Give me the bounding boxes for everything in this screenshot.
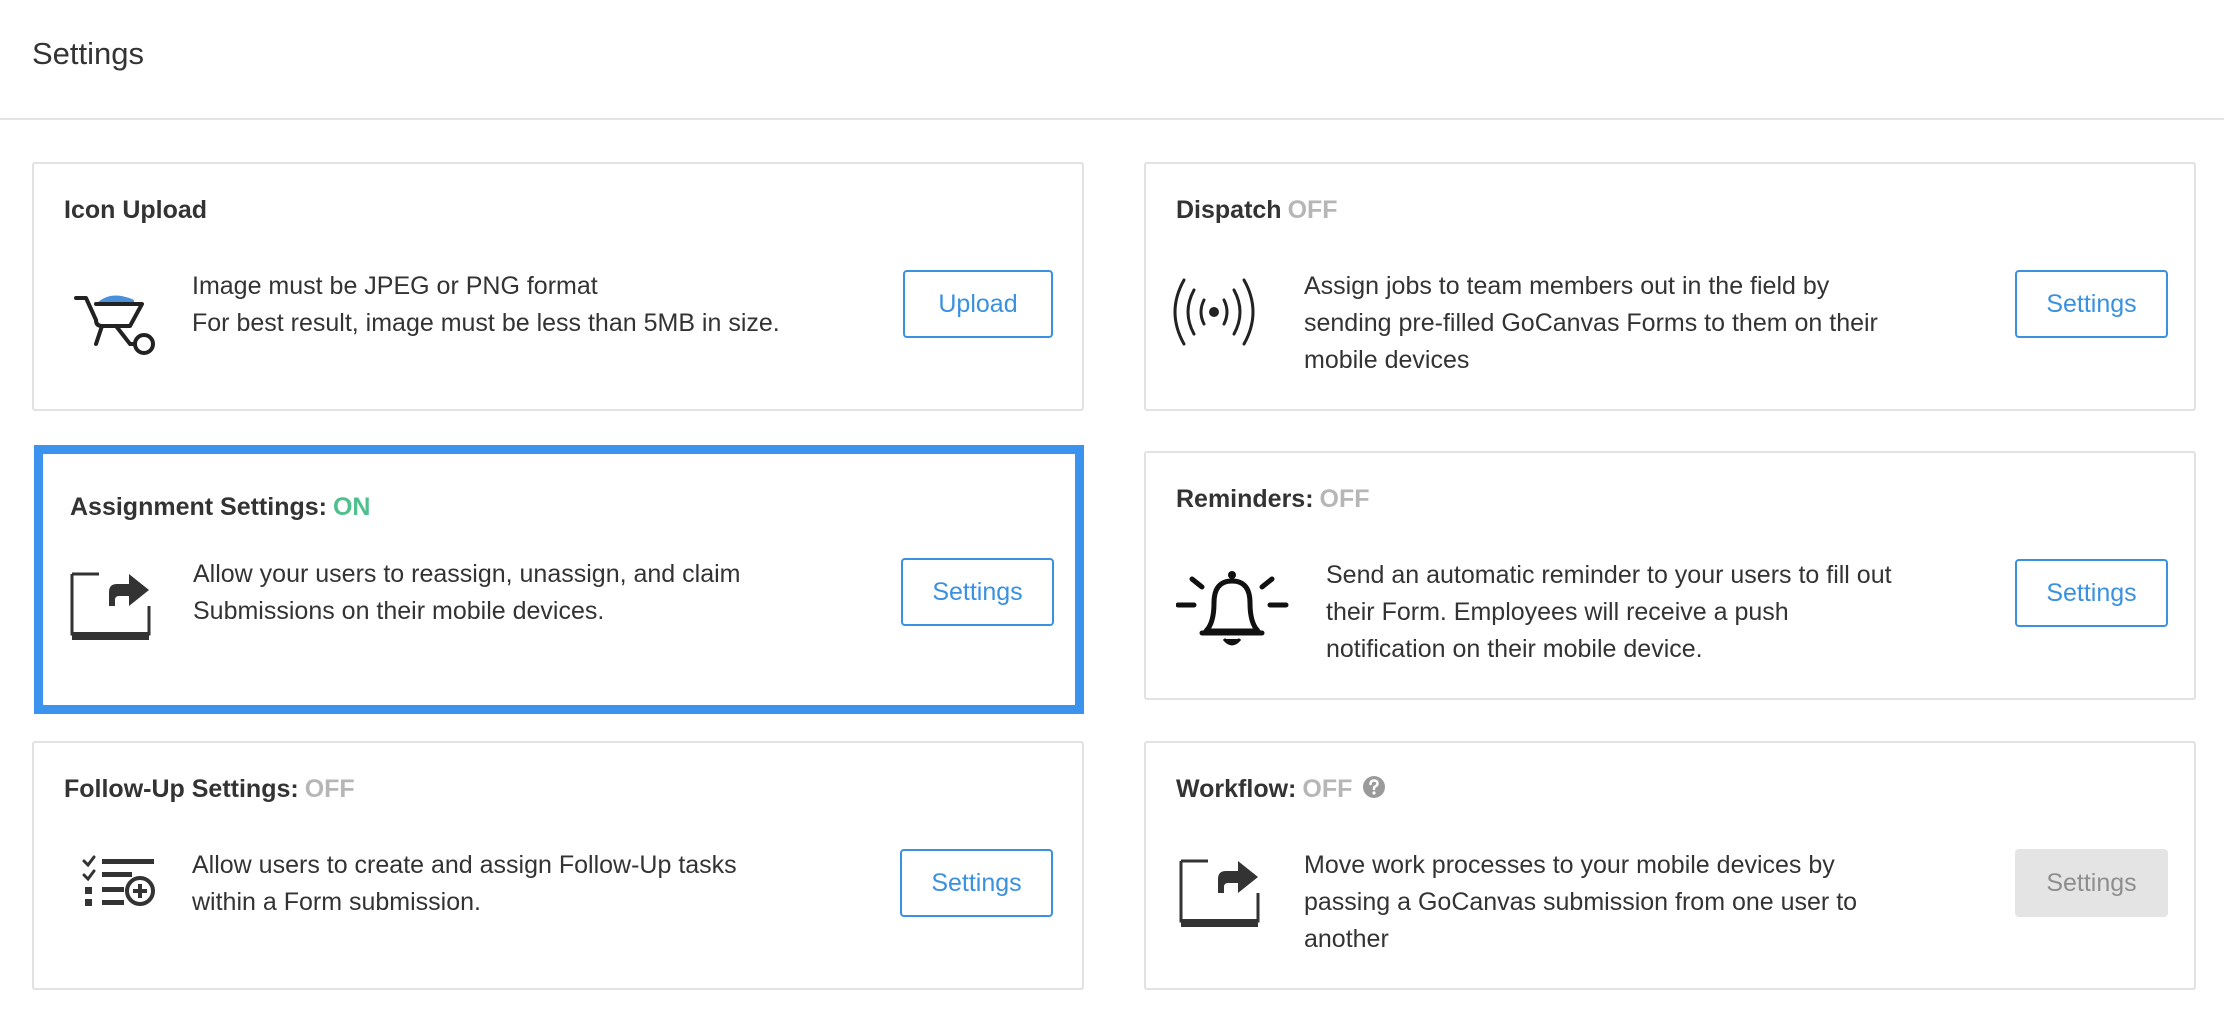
card-title: Reminders: OFF [1176, 485, 1370, 514]
dispatch-settings-button[interactable]: Settings [2015, 270, 2168, 338]
assignment-settings-title: Assignment Settings: [70, 493, 327, 521]
status-badge: OFF [304, 775, 355, 803]
followup-settings-button[interactable]: Settings [900, 849, 1053, 917]
description-line: Send an automatic reminder to your users… [1326, 561, 1892, 589]
card-title: Follow-Up Settings: OFF [64, 775, 355, 804]
page-header: Settings [0, 0, 2224, 120]
dispatch-card: Dispatch OFF Assign jobs to team members … [1144, 162, 2196, 411]
share-box-icon [1178, 849, 1264, 929]
status-badge: ON [332, 493, 371, 521]
page-title: Settings [32, 36, 145, 71]
question-circle-icon[interactable] [1362, 775, 1386, 799]
reminders-title: Reminders: [1176, 485, 1314, 513]
dispatch-title: Dispatch [1176, 196, 1282, 224]
dispatch-description: Assign jobs to team members out in the f… [1304, 268, 1984, 379]
description-line: within a Form submission. [192, 888, 481, 916]
description-line: Allow your users to reassign, unassign, … [193, 560, 741, 588]
workflow-card: Workflow: OFF Move work processes to your… [1144, 741, 2196, 990]
description-line: their Form. Employees will receive a pus… [1326, 598, 1789, 626]
description-line: Submissions on their mobile devices. [193, 597, 605, 625]
card-title: Workflow: OFF [1176, 775, 1386, 804]
status-badge: OFF [1287, 196, 1338, 224]
icon-upload-description: Image must be JPEG or PNG format For bes… [192, 268, 832, 342]
reminders-description: Send an automatic reminder to your users… [1326, 557, 1986, 668]
description-line: notification on their mobile device. [1326, 635, 1703, 663]
description-line: For best result, image must be less than… [192, 309, 780, 337]
upload-button[interactable]: Upload [903, 270, 1053, 338]
description-line: sending pre-filled GoCanvas Forms to the… [1304, 309, 1878, 337]
reminders-card: Reminders: OFF Send an automatic reminder… [1144, 451, 2196, 700]
description-line: Move work processes to your mobile devic… [1304, 851, 1835, 879]
description-line: another [1304, 925, 1389, 953]
reminders-settings-button[interactable]: Settings [2015, 559, 2168, 627]
broadcast-icon [1172, 276, 1256, 348]
checklist-add-icon [82, 855, 158, 909]
share-box-icon [69, 562, 155, 642]
assignment-settings-button[interactable]: Settings [901, 558, 1054, 626]
card-title: Icon Upload [64, 196, 207, 225]
workflow-description: Move work processes to your mobile devic… [1304, 847, 1964, 958]
status-badge: OFF [1319, 485, 1370, 513]
workflow-title: Workflow: [1176, 775, 1297, 803]
assignment-settings-card: Assignment Settings: ON Allow your users … [34, 445, 1084, 714]
icon-upload-card: Icon Upload Image must be JPEG or PNG fo… [32, 162, 1084, 411]
assignment-settings-description: Allow your users to reassign, unassign, … [193, 556, 833, 630]
status-badge: OFF [1302, 775, 1353, 803]
bell-icon [1175, 561, 1294, 657]
description-line: Assign jobs to team members out in the f… [1304, 272, 1830, 300]
card-title: Dispatch OFF [1176, 196, 1338, 225]
wheelbarrow-icon [72, 286, 160, 358]
card-title: Assignment Settings: ON [70, 493, 370, 522]
followup-settings-title: Follow-Up Settings: [64, 775, 299, 803]
workflow-settings-button[interactable]: Settings [2015, 849, 2168, 917]
followup-settings-card: Follow-Up Settings: OFF Allow users to cr… [32, 741, 1084, 990]
description-line: Image must be JPEG or PNG format [192, 272, 598, 300]
icon-upload-title: Icon Upload [64, 196, 208, 224]
description-line: Allow users to create and assign Follow-… [192, 851, 737, 879]
followup-settings-description: Allow users to create and assign Follow-… [192, 847, 832, 921]
description-line: mobile devices [1304, 346, 1470, 374]
description-line: passing a GoCanvas submission from one u… [1304, 888, 1858, 916]
settings-page: Settings Icon Upload Image must be JPEG … [0, 0, 2224, 1020]
